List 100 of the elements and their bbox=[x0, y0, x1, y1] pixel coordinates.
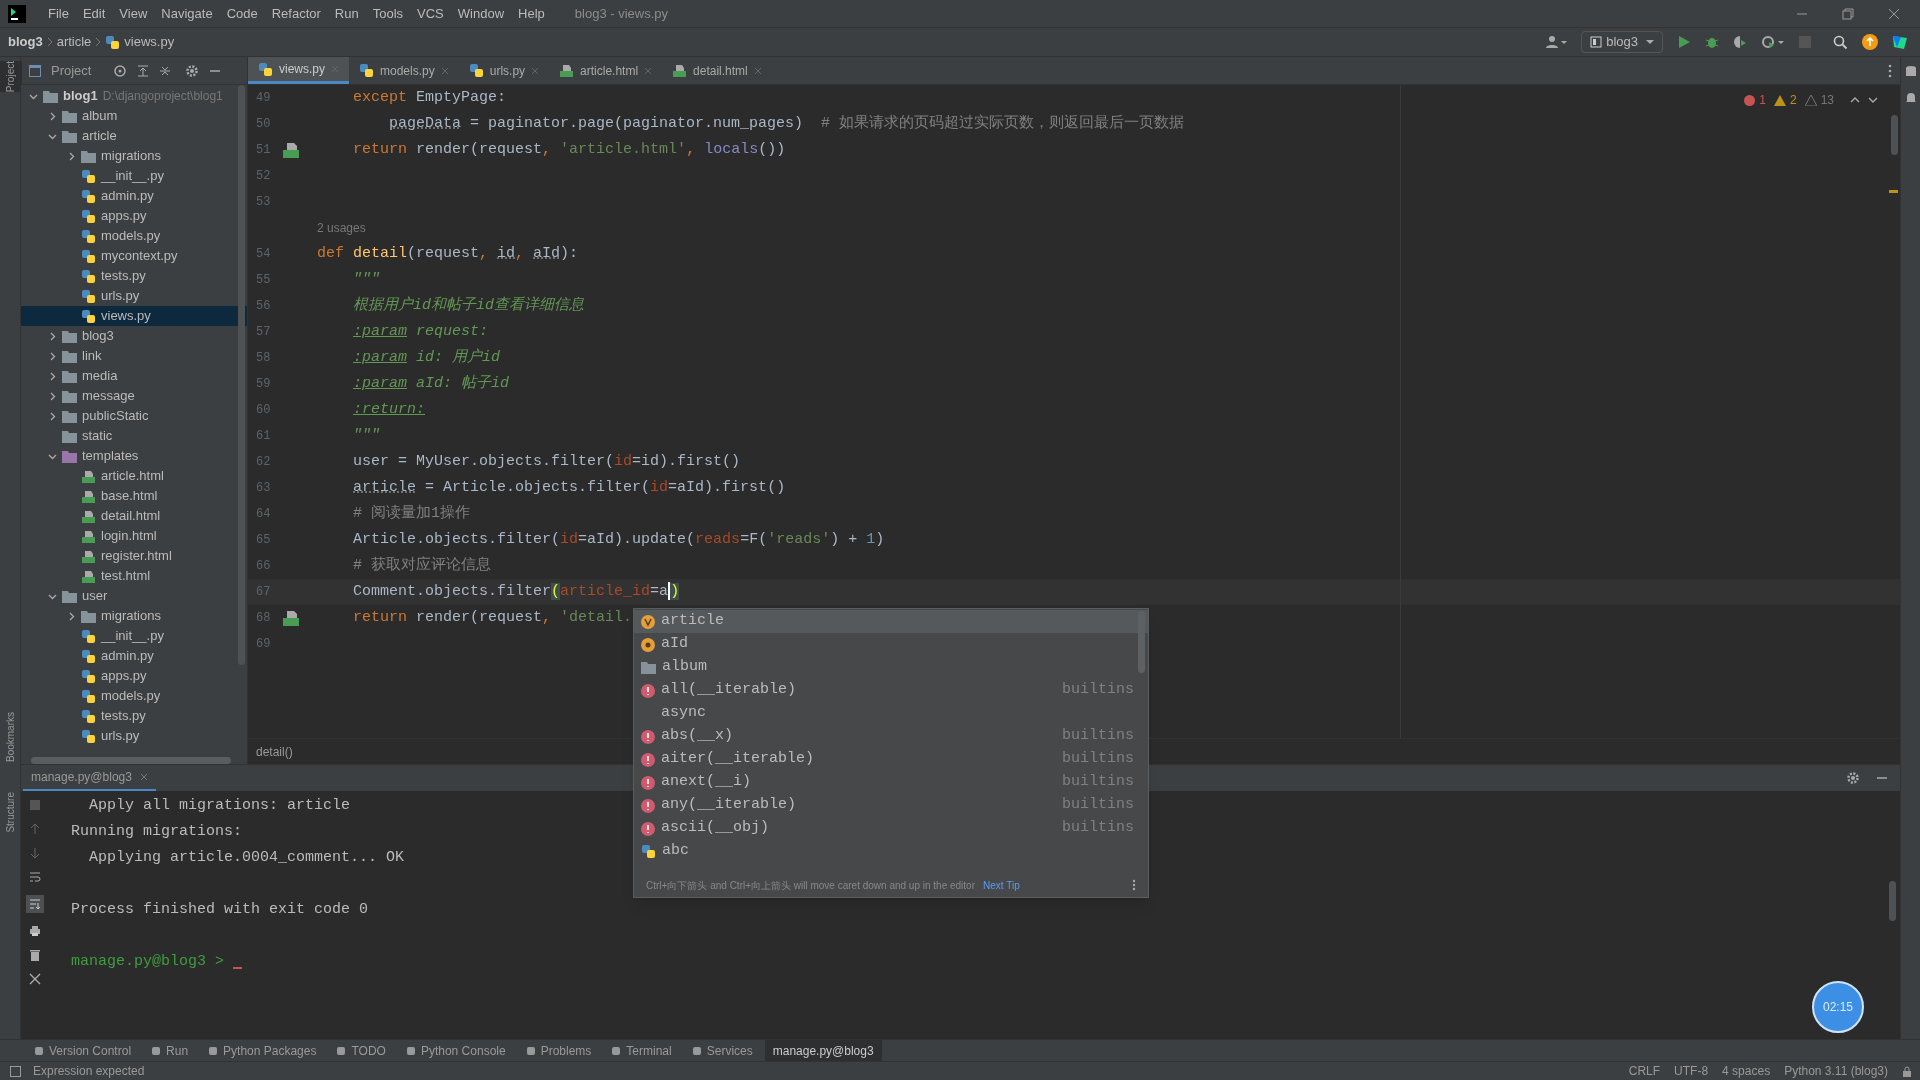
completion-item[interactable]: aId bbox=[634, 633, 1148, 656]
warning-icon[interactable] bbox=[1773, 94, 1786, 106]
scrollbar[interactable] bbox=[1889, 881, 1896, 921]
tool-window-label[interactable]: Project bbox=[0, 61, 22, 93]
tree-item[interactable]: blog3 bbox=[21, 326, 247, 346]
tool-window-button[interactable]: Problems bbox=[517, 1040, 600, 1061]
html-file-icon[interactable] bbox=[282, 610, 300, 626]
tree-item[interactable]: media bbox=[21, 366, 247, 386]
print-icon[interactable] bbox=[29, 925, 41, 937]
chevron-right-icon[interactable] bbox=[48, 411, 57, 421]
tree-item[interactable]: mycontext.py bbox=[21, 246, 247, 266]
tool-window-button[interactable]: Python Packages bbox=[200, 1040, 325, 1061]
lock-icon[interactable] bbox=[1902, 1065, 1912, 1077]
editor-tab[interactable]: detail.html bbox=[662, 57, 772, 84]
soft-wrap-icon[interactable] bbox=[29, 871, 41, 883]
menu-item[interactable]: Code bbox=[226, 3, 258, 24]
update-icon[interactable] bbox=[1862, 34, 1878, 50]
html-file-icon[interactable] bbox=[282, 142, 300, 158]
logo-icon[interactable] bbox=[1892, 34, 1908, 50]
tree-item[interactable]: login.html bbox=[21, 526, 247, 546]
status-item[interactable]: CRLF bbox=[1628, 1062, 1661, 1080]
arrow-down-icon[interactable] bbox=[29, 847, 41, 859]
completion-item[interactable]: aiter(__iterable) builtins bbox=[634, 748, 1148, 771]
error-icon[interactable] bbox=[1744, 94, 1756, 106]
completion-item[interactable]: album bbox=[634, 656, 1148, 679]
completion-item[interactable]: ascii(__obj) builtins bbox=[634, 817, 1148, 840]
run-tab[interactable]: manage.py@blog3 bbox=[23, 765, 156, 791]
tree-item[interactable]: urls.py bbox=[21, 726, 247, 746]
scrollbar[interactable] bbox=[1891, 115, 1898, 155]
chevron-down-icon[interactable] bbox=[1868, 96, 1878, 104]
editor-tab[interactable]: urls.py bbox=[458, 57, 550, 84]
completion-item[interactable]: anext(__i) builtins bbox=[634, 771, 1148, 794]
expand-all-icon[interactable] bbox=[137, 64, 150, 77]
completion-item[interactable]: async bbox=[634, 702, 1148, 725]
chevron-right-icon[interactable] bbox=[67, 151, 76, 161]
menu-item[interactable]: Edit bbox=[82, 3, 106, 24]
breadcrumb[interactable]: article bbox=[56, 32, 92, 52]
menu-item[interactable]: Help bbox=[518, 3, 545, 24]
chevron-right-icon[interactable] bbox=[48, 111, 57, 121]
notifications-icon[interactable] bbox=[1904, 91, 1917, 105]
tool-window-button[interactable]: Version Control bbox=[26, 1040, 140, 1061]
editor-tab[interactable]: article.html bbox=[549, 57, 663, 84]
layout-icon[interactable] bbox=[10, 1065, 21, 1077]
tool-window-button[interactable]: Terminal bbox=[603, 1040, 680, 1061]
tree-item[interactable]: test.html bbox=[21, 566, 247, 586]
tool-window-label[interactable]: Structure bbox=[2, 792, 18, 833]
completion-item[interactable]: any(__iterable) builtins bbox=[634, 794, 1148, 817]
tree-item[interactable]: base.html bbox=[21, 486, 247, 506]
tree-item[interactable]: __init__.py bbox=[21, 626, 247, 646]
tree-item[interactable]: publicStatic bbox=[21, 406, 247, 426]
chevron-up-icon[interactable] bbox=[1850, 96, 1860, 104]
user-icon[interactable] bbox=[1545, 35, 1568, 49]
tree-item[interactable]: tests.py bbox=[21, 706, 247, 726]
next-tip-link[interactable]: Next Tip bbox=[983, 877, 1020, 893]
status-item[interactable]: UTF-8 bbox=[1674, 1062, 1709, 1080]
tool-window-button[interactable]: Run bbox=[143, 1040, 197, 1061]
tool-window-button[interactable]: TODO bbox=[328, 1040, 394, 1061]
tool-window-button[interactable]: Python Console bbox=[397, 1040, 514, 1061]
menu-item[interactable]: Refactor bbox=[271, 3, 321, 24]
tool-window-button[interactable]: manage.py@blog3 bbox=[764, 1040, 882, 1061]
menu-item[interactable]: Navigate bbox=[161, 3, 213, 24]
tree-item[interactable]: apps.py bbox=[21, 666, 247, 686]
completion-item[interactable]: all(__iterable) builtins bbox=[634, 679, 1148, 702]
bug-icon[interactable] bbox=[1705, 35, 1719, 49]
tree-item[interactable]: models.py bbox=[21, 226, 247, 246]
breadcrumb[interactable]: blog3 bbox=[8, 32, 43, 52]
tree-item[interactable]: views.py bbox=[21, 306, 247, 326]
tree-item[interactable]: detail.html bbox=[21, 506, 247, 526]
scroll-to-end-icon[interactable] bbox=[26, 895, 44, 913]
menu-item[interactable]: Window bbox=[457, 3, 505, 24]
editor-tab[interactable]: models.py bbox=[349, 57, 459, 84]
menu-item[interactable]: View bbox=[119, 3, 148, 24]
tree-item[interactable]: blog1 D:\djangoproject\blog1 bbox=[21, 86, 247, 106]
search-icon[interactable] bbox=[1833, 34, 1848, 50]
usages-hint[interactable]: 2 usages bbox=[317, 219, 366, 237]
editor-breadcrumb[interactable]: detail() bbox=[256, 742, 293, 761]
scrollbar[interactable] bbox=[1138, 611, 1145, 673]
tree-item[interactable]: templates bbox=[21, 446, 247, 466]
scrollbar[interactable] bbox=[31, 757, 231, 764]
trash-icon[interactable] bbox=[29, 949, 41, 961]
settings-icon[interactable] bbox=[185, 63, 200, 78]
completion-item[interactable]: abs(__x) builtins bbox=[634, 725, 1148, 748]
tree-item[interactable]: migrations bbox=[21, 146, 247, 166]
tree-item[interactable]: article bbox=[21, 126, 247, 146]
database-icon[interactable] bbox=[1904, 65, 1917, 79]
menu-item[interactable]: File bbox=[48, 3, 69, 24]
tool-window-button[interactable]: Services bbox=[683, 1040, 761, 1061]
status-item[interactable]: 4 spaces bbox=[1722, 1062, 1771, 1080]
tree-item[interactable]: user bbox=[21, 586, 247, 606]
tool-window-label[interactable]: Bookmarks bbox=[2, 712, 18, 763]
scrollbar[interactable] bbox=[238, 85, 245, 665]
tree-item[interactable]: link bbox=[21, 346, 247, 366]
tree-item[interactable]: models.py bbox=[21, 686, 247, 706]
tree-item[interactable]: register.html bbox=[21, 546, 247, 566]
profiler-icon[interactable] bbox=[1761, 35, 1785, 49]
completion-item[interactable]: article bbox=[634, 610, 1148, 633]
menu-item[interactable]: VCS bbox=[417, 3, 444, 24]
close-icon[interactable] bbox=[29, 973, 41, 985]
coverage-icon[interactable] bbox=[1733, 35, 1747, 49]
restore-icon[interactable] bbox=[1842, 7, 1854, 20]
